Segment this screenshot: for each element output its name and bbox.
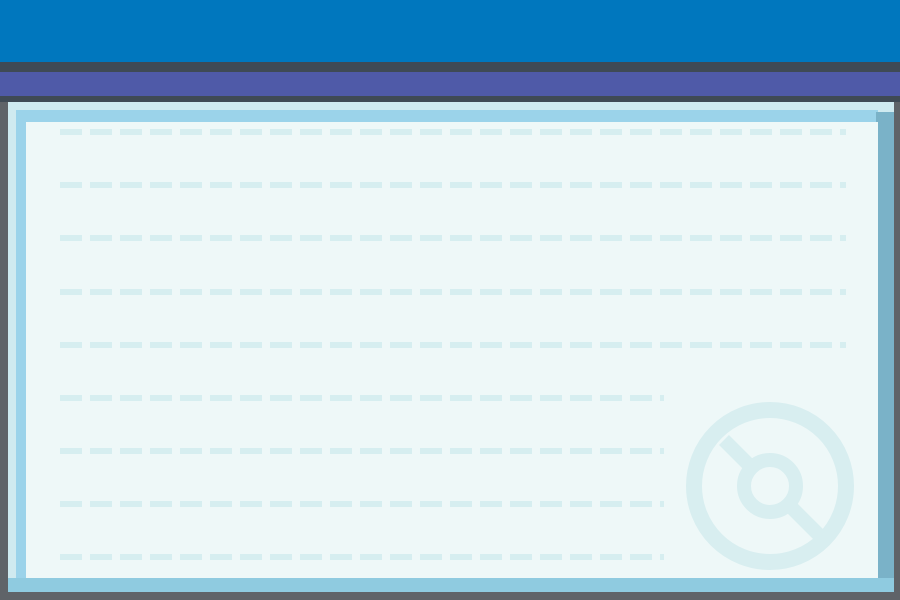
text-line-4 <box>60 289 846 295</box>
frame-right-edge <box>894 102 900 600</box>
frame-bottom-edge <box>0 592 900 600</box>
text-line-1 <box>60 129 846 135</box>
frame-right-shadow <box>876 112 894 590</box>
text-line-9 <box>60 554 664 560</box>
text-line-6 <box>60 395 664 401</box>
title-bar <box>0 72 900 96</box>
frame-left-edge <box>0 102 8 600</box>
text-line-3 <box>60 235 846 241</box>
frame-bottom-shadow <box>8 578 894 592</box>
text-line-5 <box>60 342 846 348</box>
pokeball-icon <box>686 402 854 570</box>
text-line-2 <box>60 182 846 188</box>
text-line-8 <box>60 501 664 507</box>
top-banner <box>0 0 900 62</box>
top-divider <box>0 62 900 72</box>
text-line-7 <box>60 448 664 454</box>
